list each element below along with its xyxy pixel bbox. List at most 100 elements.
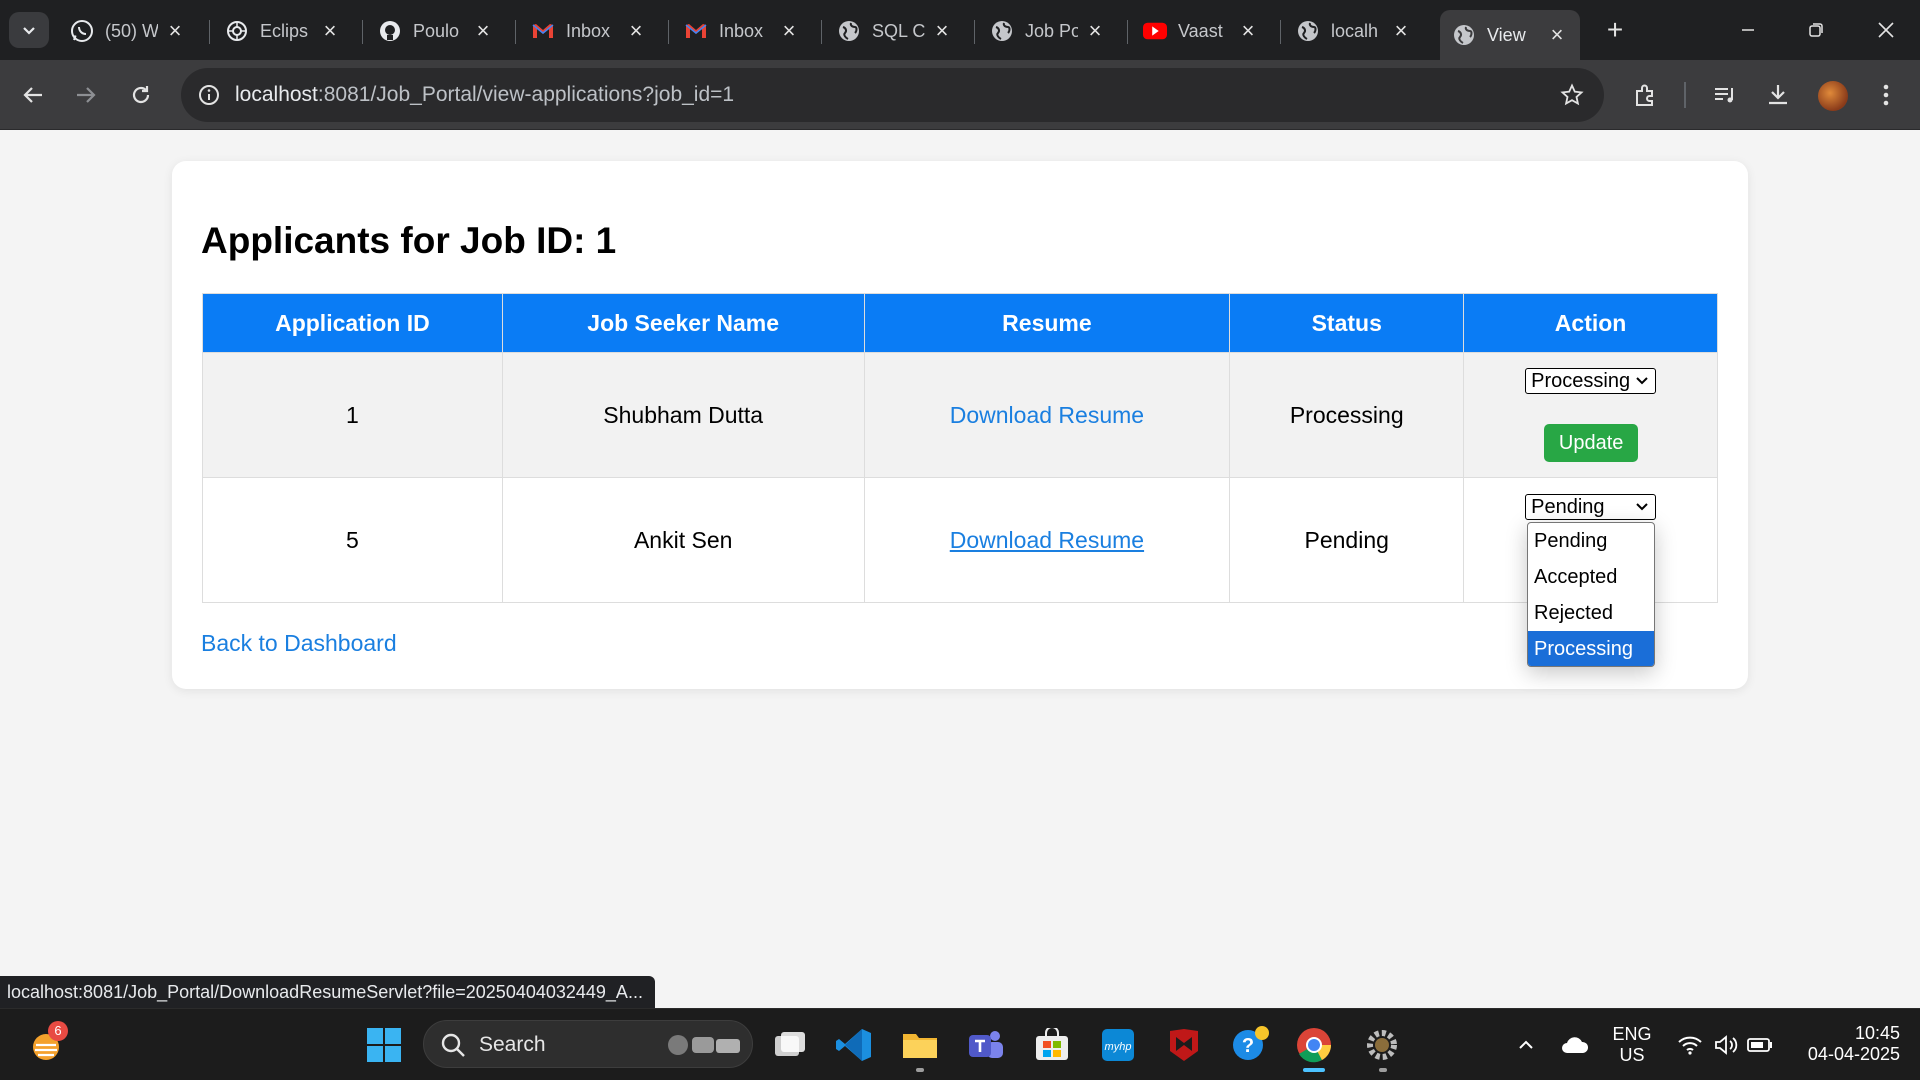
- close-icon[interactable]: ×: [931, 18, 953, 43]
- close-icon[interactable]: ×: [625, 18, 647, 43]
- tab-title: localh: [1331, 20, 1379, 41]
- microsoft-store-icon[interactable]: [1030, 1023, 1074, 1067]
- notification-badge: 6: [48, 1021, 68, 1041]
- download-resume-link[interactable]: Download Resume: [950, 402, 1144, 428]
- resume-cell: Download Resume: [863, 477, 1231, 603]
- close-icon[interactable]: ×: [164, 18, 186, 43]
- column-header: Action: [1463, 293, 1718, 353]
- update-button[interactable]: Update: [1544, 424, 1639, 462]
- tab-view-applications-active[interactable]: View ×: [1440, 10, 1580, 60]
- reload-button[interactable]: [119, 73, 163, 117]
- table-row: 1 Shubham Dutta Download Resume Processi…: [202, 352, 1718, 478]
- extensions-icon[interactable]: [1629, 78, 1663, 112]
- status-dropdown-list: Pending Accepted Rejected Processing: [1527, 522, 1655, 667]
- status-cell: Pending: [1229, 477, 1465, 603]
- media-controls-icon[interactable]: [1708, 78, 1742, 112]
- forward-button[interactable]: [64, 73, 108, 117]
- tab-eclipse[interactable]: Eclips ×: [213, 10, 353, 52]
- tab-job-portal[interactable]: Job Po ×: [978, 10, 1118, 52]
- tab-title: Job Po: [1025, 20, 1078, 41]
- get-help-icon[interactable]: ?: [1228, 1023, 1272, 1067]
- close-icon[interactable]: ×: [1390, 18, 1412, 43]
- tab-title: Inbox: [719, 20, 764, 41]
- gmail-icon: [531, 19, 555, 43]
- active-app-indicator: [1303, 1068, 1325, 1072]
- profile-avatar[interactable]: [1818, 81, 1848, 111]
- table-header-row: Application ID Job Seeker Name Resume St…: [202, 293, 1718, 353]
- openai-icon: [225, 19, 249, 43]
- tab-title: Poulo: [413, 20, 460, 41]
- language-indicator[interactable]: ENG US: [1610, 1024, 1654, 1066]
- dropdown-option[interactable]: Pending: [1528, 523, 1654, 559]
- mcafee-icon[interactable]: [1162, 1023, 1206, 1067]
- close-icon[interactable]: ×: [1084, 18, 1106, 43]
- windows-start-icon[interactable]: [362, 1023, 406, 1067]
- task-view-icon[interactable]: [768, 1023, 812, 1067]
- taskbar-search-box[interactable]: Search: [423, 1020, 753, 1068]
- chevron-down-icon: [1636, 377, 1648, 385]
- chevron-up-icon[interactable]: [1504, 1023, 1548, 1067]
- tab-gmail-1[interactable]: Inbox ×: [519, 10, 659, 52]
- windows-taskbar: 6 Search myhp ? ENG US 10:45 04-04-2025: [0, 1008, 1920, 1080]
- column-header: Resume: [863, 293, 1231, 353]
- close-icon: [1878, 22, 1894, 38]
- youtube-icon: [1143, 19, 1167, 43]
- tab-localhost[interactable]: localh ×: [1284, 10, 1424, 52]
- clock-date: 04-04-2025: [1807, 1044, 1900, 1064]
- minimize-button[interactable]: [1718, 8, 1778, 52]
- close-window-button[interactable]: [1856, 8, 1916, 52]
- url-path: :8081/Job_Portal/view-applications?job_i…: [317, 83, 735, 106]
- clock[interactable]: 10:45 04-04-2025: [1790, 1023, 1900, 1065]
- back-to-dashboard-link[interactable]: Back to Dashboard: [201, 630, 397, 657]
- info-icon[interactable]: [195, 81, 223, 109]
- vscode-icon[interactable]: [832, 1023, 876, 1067]
- chrome-icon[interactable]: [1292, 1023, 1336, 1067]
- back-button[interactable]: [11, 73, 55, 117]
- download-resume-link[interactable]: Download Resume: [950, 527, 1144, 553]
- clock-time: 10:45: [1854, 1023, 1900, 1043]
- job-seeker-name-cell: Ankit Sen: [501, 477, 865, 603]
- tab-search-button[interactable]: [9, 12, 49, 48]
- url-text[interactable]: localhost:8081/Job_Portal/view-applicati…: [235, 83, 734, 107]
- svg-text:myhp: myhp: [1105, 1041, 1132, 1053]
- dropdown-option-highlighted[interactable]: Processing: [1528, 631, 1654, 666]
- globe-icon: [837, 19, 861, 43]
- running-indicator: [1379, 1068, 1387, 1072]
- tab-separator: [362, 20, 363, 44]
- browser-tab-strip: (50) W × Eclips × Poulo × Inbox × Inbox …: [0, 0, 1920, 60]
- close-icon[interactable]: ×: [319, 18, 341, 43]
- settings-gear-icon[interactable]: [1360, 1023, 1404, 1067]
- svg-text:?: ?: [1242, 1035, 1254, 1057]
- close-icon[interactable]: ×: [778, 18, 800, 43]
- close-icon[interactable]: ×: [1546, 22, 1568, 47]
- myhp-icon[interactable]: myhp: [1096, 1023, 1140, 1067]
- status-select[interactable]: Processing: [1525, 368, 1657, 394]
- new-tab-button[interactable]: +: [1599, 14, 1631, 46]
- status-select[interactable]: Pending: [1525, 494, 1657, 520]
- onedrive-cloud-icon[interactable]: [1553, 1023, 1597, 1067]
- search-highlight-art-icon: [668, 1035, 740, 1055]
- teams-icon[interactable]: [964, 1023, 1008, 1067]
- tab-github[interactable]: Poulo ×: [366, 10, 506, 52]
- tab-sql[interactable]: SQL C ×: [825, 10, 965, 52]
- url-host: localhost: [235, 83, 318, 106]
- page-title: Applicants for Job ID: 1: [201, 220, 617, 261]
- close-icon[interactable]: ×: [1237, 18, 1259, 43]
- tab-title: Vaast: [1178, 20, 1223, 41]
- applicants-table: Application ID Job Seeker Name Resume St…: [202, 293, 1718, 603]
- dropdown-option[interactable]: Rejected: [1528, 595, 1654, 631]
- restore-button[interactable]: [1786, 8, 1846, 52]
- tab-youtube[interactable]: Vaast ×: [1131, 10, 1271, 52]
- tab-separator: [515, 20, 516, 44]
- close-icon[interactable]: ×: [472, 18, 494, 43]
- tab-gmail-2[interactable]: Inbox ×: [672, 10, 812, 52]
- download-icon[interactable]: [1761, 78, 1795, 112]
- more-menu-icon[interactable]: [1869, 78, 1903, 112]
- tab-whatsapp[interactable]: (50) W ×: [58, 10, 198, 52]
- bookmark-star-icon[interactable]: [1558, 81, 1586, 109]
- battery-icon[interactable]: [1738, 1023, 1782, 1067]
- status-select-value: Pending: [1531, 495, 1605, 518]
- address-bar[interactable]: localhost:8081/Job_Portal/view-applicati…: [181, 68, 1604, 122]
- file-explorer-icon[interactable]: [898, 1023, 942, 1067]
- dropdown-option[interactable]: Accepted: [1528, 559, 1654, 595]
